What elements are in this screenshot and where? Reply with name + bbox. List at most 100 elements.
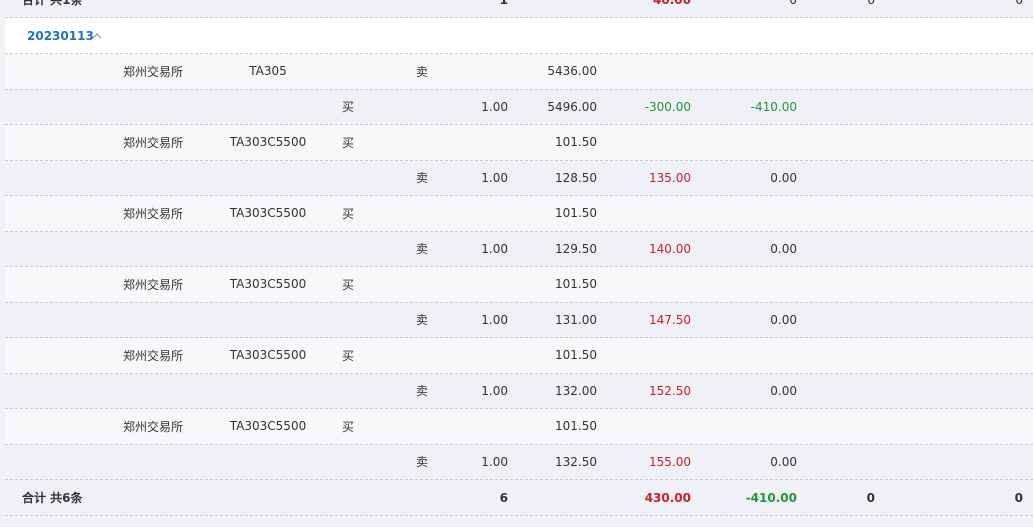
table-row[interactable]: 卖 1.00 129.50 140.00 0.00 — [5, 231, 1033, 267]
summary-s4: 0 — [1005, 0, 1023, 17]
quantity-cell — [460, 196, 508, 231]
profit-loss-cell — [625, 125, 691, 160]
summary-qty: 1 — [460, 0, 508, 17]
profit-loss-cell: -300.00 — [644, 99, 691, 114]
table-row[interactable]: 郑州交易所 TA303C5500 买 101.50 — [5, 196, 1033, 232]
price-cell: 131.00 — [555, 312, 597, 327]
contract-code-cell — [223, 232, 313, 267]
quantity-cell: 1.00 — [481, 383, 508, 398]
buy-direction-cell: 买 — [342, 100, 355, 115]
summary-pl2: 0 — [727, 0, 797, 17]
summary-label: 合计 共1条 — [22, 0, 83, 7]
contract-code-cell: TA303C5500 — [229, 419, 307, 434]
quantity-cell: 1.00 — [481, 170, 508, 185]
profit-loss-cell: 152.50 — [649, 383, 691, 398]
quantity-cell — [460, 409, 508, 444]
contract-code-cell — [223, 374, 313, 409]
price-cell: 132.00 — [555, 383, 597, 398]
sell-direction-cell: 卖 — [416, 384, 429, 399]
table-row[interactable]: 郑州交易所 TA303C5500 买 101.50 — [5, 267, 1033, 303]
exchange-cell: 郑州交易所 — [123, 135, 184, 150]
contract-code-cell — [223, 445, 313, 480]
float-profit-loss-cell — [727, 267, 797, 302]
float-profit-loss-cell: 0.00 — [770, 312, 797, 327]
contract-code-cell — [223, 161, 313, 196]
date-group-header[interactable]: 20230113 — [5, 18, 1033, 54]
float-profit-loss-cell — [727, 409, 797, 444]
contract-code-cell: TA303C5500 — [229, 277, 307, 292]
quantity-cell: 1.00 — [481, 312, 508, 327]
quantity-cell: 1.00 — [481, 454, 508, 469]
buy-direction-cell: 买 — [342, 135, 355, 150]
summary-s3: 0 — [865, 0, 875, 17]
summary-s4: 0 — [1014, 490, 1023, 505]
sell-direction-cell: 卖 — [416, 242, 429, 257]
float-profit-loss-cell: 0.00 — [770, 241, 797, 256]
profit-loss-cell: 147.50 — [649, 312, 691, 327]
exchange-cell: 郑州交易所 — [123, 206, 184, 221]
sell-direction-cell: 卖 — [416, 64, 429, 79]
table-row[interactable]: 卖 1.00 132.50 155.00 0.00 — [5, 444, 1033, 480]
quantity-cell: 1.00 — [481, 99, 508, 114]
table-row[interactable]: 卖 1.00 131.00 147.50 0.00 — [5, 302, 1033, 338]
profit-loss-cell — [625, 409, 691, 444]
table-row[interactable]: 买 1.00 5496.00 -300.00 -410.00 — [5, 89, 1033, 125]
table-row[interactable]: 郑州交易所 TA303C5500 买 101.50 — [5, 338, 1033, 374]
price-cell: 129.50 — [555, 241, 597, 256]
table-row[interactable]: 郑州交易所 TA303C5500 买 101.50 — [5, 125, 1033, 161]
table-row[interactable]: 郑州交易所 TA305 卖 5436.00 — [5, 54, 1033, 90]
sell-direction-cell: 卖 — [416, 455, 429, 470]
float-profit-loss-cell: 0.00 — [770, 170, 797, 185]
price-cell: 132.50 — [555, 454, 597, 469]
price-cell: 5496.00 — [547, 99, 597, 114]
profit-loss-cell: 135.00 — [649, 170, 691, 185]
contract-code-cell: TA303C5500 — [229, 348, 307, 363]
quantity-cell — [460, 338, 508, 373]
summary-label: 合计 共6条 — [22, 491, 83, 505]
quantity-cell — [460, 54, 508, 89]
price-cell: 101.50 — [555, 419, 597, 434]
exchange-cell: 郑州交易所 — [123, 277, 184, 292]
profit-loss-cell — [625, 267, 691, 302]
price-cell: 101.50 — [555, 348, 597, 363]
contract-code-cell — [223, 303, 313, 338]
group-date-link[interactable]: 20230113 — [27, 18, 94, 53]
float-profit-loss-cell — [727, 125, 797, 160]
exchange-cell: 郑州交易所 — [123, 419, 184, 434]
table-row[interactable]: 卖 1.00 128.50 135.00 0.00 — [5, 160, 1033, 196]
profit-loss-cell — [625, 196, 691, 231]
chevron-up-icon[interactable] — [92, 18, 102, 53]
exchange-cell: 郑州交易所 — [123, 64, 184, 79]
sell-direction-cell: 卖 — [416, 171, 429, 186]
float-profit-loss-cell: 0.00 — [770, 454, 797, 469]
exchange-cell: 郑州交易所 — [123, 348, 184, 363]
buy-direction-cell: 买 — [342, 419, 355, 434]
float-profit-loss-cell — [727, 338, 797, 373]
profit-loss-cell — [625, 338, 691, 373]
contract-code-cell: TA303C5500 — [229, 206, 307, 221]
float-profit-loss-cell: -410.00 — [750, 99, 797, 114]
table-row[interactable]: 郑州交易所 TA303C5500 买 101.50 — [5, 409, 1033, 445]
profit-loss-cell: 155.00 — [649, 454, 691, 469]
sell-direction-cell: 卖 — [416, 313, 429, 328]
contract-code-cell: TA305 — [249, 64, 287, 79]
contract-code-cell: TA303C5500 — [229, 135, 307, 150]
profit-loss-cell: 140.00 — [649, 241, 691, 256]
table-row[interactable]: 卖 1.00 132.00 152.50 0.00 — [5, 373, 1033, 409]
price-cell: 128.50 — [555, 170, 597, 185]
buy-direction-cell: 买 — [342, 206, 355, 221]
summary-qty: 6 — [499, 490, 508, 505]
price-cell: 101.50 — [555, 206, 597, 221]
buy-direction-cell: 买 — [342, 348, 355, 363]
buy-direction-cell: 买 — [342, 277, 355, 292]
price-cell: 5436.00 — [547, 64, 597, 79]
contract-code-cell — [223, 90, 313, 125]
quantity-cell: 1.00 — [481, 241, 508, 256]
summary-s3: 0 — [866, 490, 875, 505]
float-profit-loss-cell — [727, 54, 797, 89]
summary-pl2: -410.00 — [745, 490, 797, 505]
summary-pl1: 430.00 — [644, 490, 691, 505]
summary-row-top: 合计 共1条 1 40.00 0 0 0 — [5, 0, 1033, 18]
summary-row-bottom: 合计 共6条 6 430.00 -410.00 0 0 — [5, 480, 1033, 516]
trade-detail-table: 合计 共1条 1 40.00 0 0 0 20230113 郑州交易所 TA305… — [0, 0, 1033, 527]
